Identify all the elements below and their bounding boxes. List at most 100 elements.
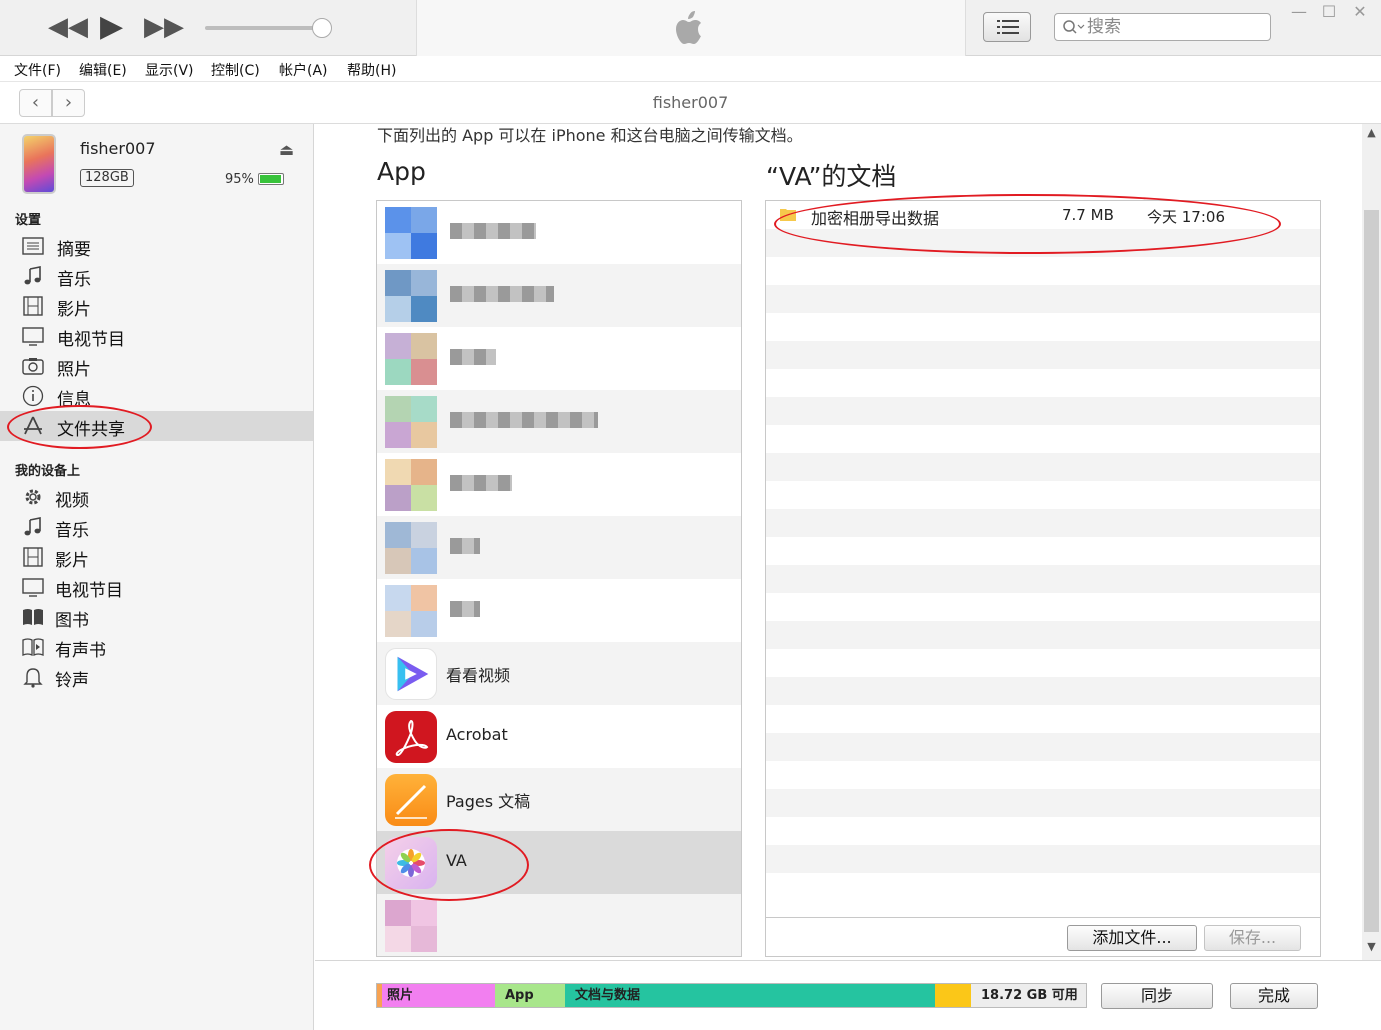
sidebar-item-music[interactable]: 音乐 <box>0 261 313 291</box>
sidebar-item-label: 音乐 <box>55 521 89 541</box>
menu-controls[interactable]: 控制(C) <box>211 60 260 80</box>
list-item[interactable] <box>377 516 741 579</box>
app-row-acrobat[interactable]: Acrobat <box>377 705 741 768</box>
sidebar-item-device-tv[interactable]: 电视节目 <box>0 572 313 602</box>
search-box[interactable] <box>1054 13 1271 41</box>
documents-footer: 添加文件... 保存... <box>766 917 1320 956</box>
menu-view[interactable]: 显示(V) <box>145 60 194 80</box>
list-item[interactable] <box>377 201 741 264</box>
empty-row <box>766 453 1320 481</box>
empty-row <box>766 677 1320 705</box>
app-row-kankan[interactable]: 看看视频 <box>377 642 741 705</box>
obscured-app-icon <box>385 585 437 637</box>
obscured-app-label <box>450 286 554 302</box>
obscured-app-label <box>450 601 480 617</box>
minimize-icon[interactable]: — <box>1286 2 1312 22</box>
settings-header: 设置 <box>15 213 42 228</box>
app-label: Pages 文稿 <box>446 792 531 811</box>
close-icon[interactable]: ✕ <box>1347 2 1373 22</box>
navigation-bar: fisher007 ‹ › <box>0 82 1381 124</box>
search-icon <box>1063 20 1085 34</box>
menu-edit[interactable]: 编辑(E) <box>79 60 127 80</box>
kankan-video-icon <box>385 648 437 700</box>
highlight-annotation <box>7 405 152 449</box>
done-button[interactable]: 完成 <box>1230 983 1318 1009</box>
scroll-down-icon[interactable]: ▼ <box>1362 940 1381 953</box>
app-label: Acrobat <box>446 725 508 744</box>
empty-row <box>766 341 1320 369</box>
sidebar-item-movies[interactable]: 影片 <box>0 291 313 321</box>
app-label: 看看视频 <box>446 666 511 685</box>
sidebar-item-label: 音乐 <box>57 270 91 290</box>
sidebar-item-ringtones[interactable]: 铃声 <box>0 662 313 692</box>
empty-row <box>766 285 1320 313</box>
apple-logo-icon <box>676 11 701 44</box>
forward-button[interactable]: › <box>52 89 85 117</box>
empty-row <box>766 509 1320 537</box>
maximize-icon[interactable]: ☐ <box>1316 2 1342 22</box>
tv-icon <box>22 327 44 346</box>
music-note-icon <box>24 266 41 285</box>
sidebar-item-label: 摘要 <box>57 240 91 260</box>
app-row-pages[interactable]: Pages 文稿 <box>377 768 741 831</box>
bell-icon <box>23 668 43 688</box>
highlight-annotation <box>369 829 529 901</box>
obscured-app-label <box>450 412 598 428</box>
list-item[interactable] <box>377 264 741 327</box>
save-button[interactable]: 保存... <box>1204 925 1301 951</box>
sync-button[interactable]: 同步 <box>1101 983 1213 1009</box>
scroll-up-icon[interactable]: ▲ <box>1362 126 1381 139</box>
audiobook-icon <box>22 638 44 657</box>
summary-icon <box>22 237 44 255</box>
back-button[interactable]: ‹ <box>19 89 52 117</box>
acrobat-icon <box>385 711 437 763</box>
bottom-bar: 照片 App 文档与数据 18.72 GB 可用 同步 完成 <box>315 960 1381 1030</box>
menu-file[interactable]: 文件(F) <box>14 60 61 80</box>
sidebar-item-label: 视频 <box>55 491 89 511</box>
obscured-app-icon <box>385 522 437 574</box>
sidebar-item-books[interactable]: 图书 <box>0 602 313 632</box>
toolbar: ◀◀ ▶ ▶▶ — ☐ ✕ <box>0 0 1381 56</box>
rewind-icon[interactable]: ◀◀ <box>48 10 88 44</box>
sidebar-item-device-music[interactable]: 音乐 <box>0 512 313 542</box>
storage-other-segment <box>935 984 971 1007</box>
list-item[interactable] <box>377 390 741 453</box>
battery-icon <box>258 173 284 185</box>
menu-help[interactable]: 帮助(H) <box>347 60 396 80</box>
documents-column-title: “VA”的文档 <box>766 162 897 191</box>
list-view-button[interactable] <box>983 12 1031 42</box>
menu-account[interactable]: 帐户(A) <box>279 60 328 80</box>
iphone-icon <box>22 134 56 194</box>
vertical-scrollbar[interactable]: ▲ ▼ <box>1362 124 1381 960</box>
list-item[interactable] <box>377 327 741 390</box>
empty-row <box>766 621 1320 649</box>
scroll-thumb[interactable] <box>1364 210 1379 932</box>
add-file-button[interactable]: 添加文件... <box>1067 925 1197 951</box>
sidebar-item-audiobooks[interactable]: 有声书 <box>0 632 313 662</box>
storage-usage-bar: 照片 App 文档与数据 18.72 GB 可用 <box>376 983 1087 1008</box>
sidebar-item-tv[interactable]: 电视节目 <box>0 321 313 351</box>
sidebar-item-label: 影片 <box>57 300 91 320</box>
highlight-annotation <box>774 194 1281 254</box>
info-icon <box>22 385 44 407</box>
fast-forward-icon[interactable]: ▶▶ <box>144 10 184 44</box>
search-input[interactable] <box>1087 16 1262 38</box>
sidebar-item-label: 照片 <box>57 360 91 380</box>
volume-slider[interactable] <box>205 26 323 30</box>
sidebar-item-video[interactable]: 视频 <box>0 482 313 512</box>
sidebar-item-photos[interactable]: 照片 <box>0 351 313 381</box>
volume-knob[interactable] <box>312 18 332 38</box>
list-item[interactable] <box>377 453 741 516</box>
list-item[interactable] <box>377 894 741 956</box>
description-text: 下面列出的 App 可以在 iPhone 和这台电脑之间传输文档。 <box>377 126 803 145</box>
play-icon[interactable]: ▶ <box>100 10 123 44</box>
list-item[interactable] <box>377 579 741 642</box>
sidebar-item-device-movies[interactable]: 影片 <box>0 542 313 572</box>
sidebar-item-summary[interactable]: 摘要 <box>0 231 313 261</box>
storage-photos-segment: 照片 <box>377 984 495 1007</box>
tv-icon <box>22 578 44 597</box>
empty-row <box>766 397 1320 425</box>
obscured-app-label <box>450 475 512 491</box>
documents-list[interactable]: 加密相册导出数据 7.7 MB 今天 17:06 添加文件... 保存... <box>765 200 1321 957</box>
eject-icon[interactable]: ⏏ <box>279 140 294 159</box>
